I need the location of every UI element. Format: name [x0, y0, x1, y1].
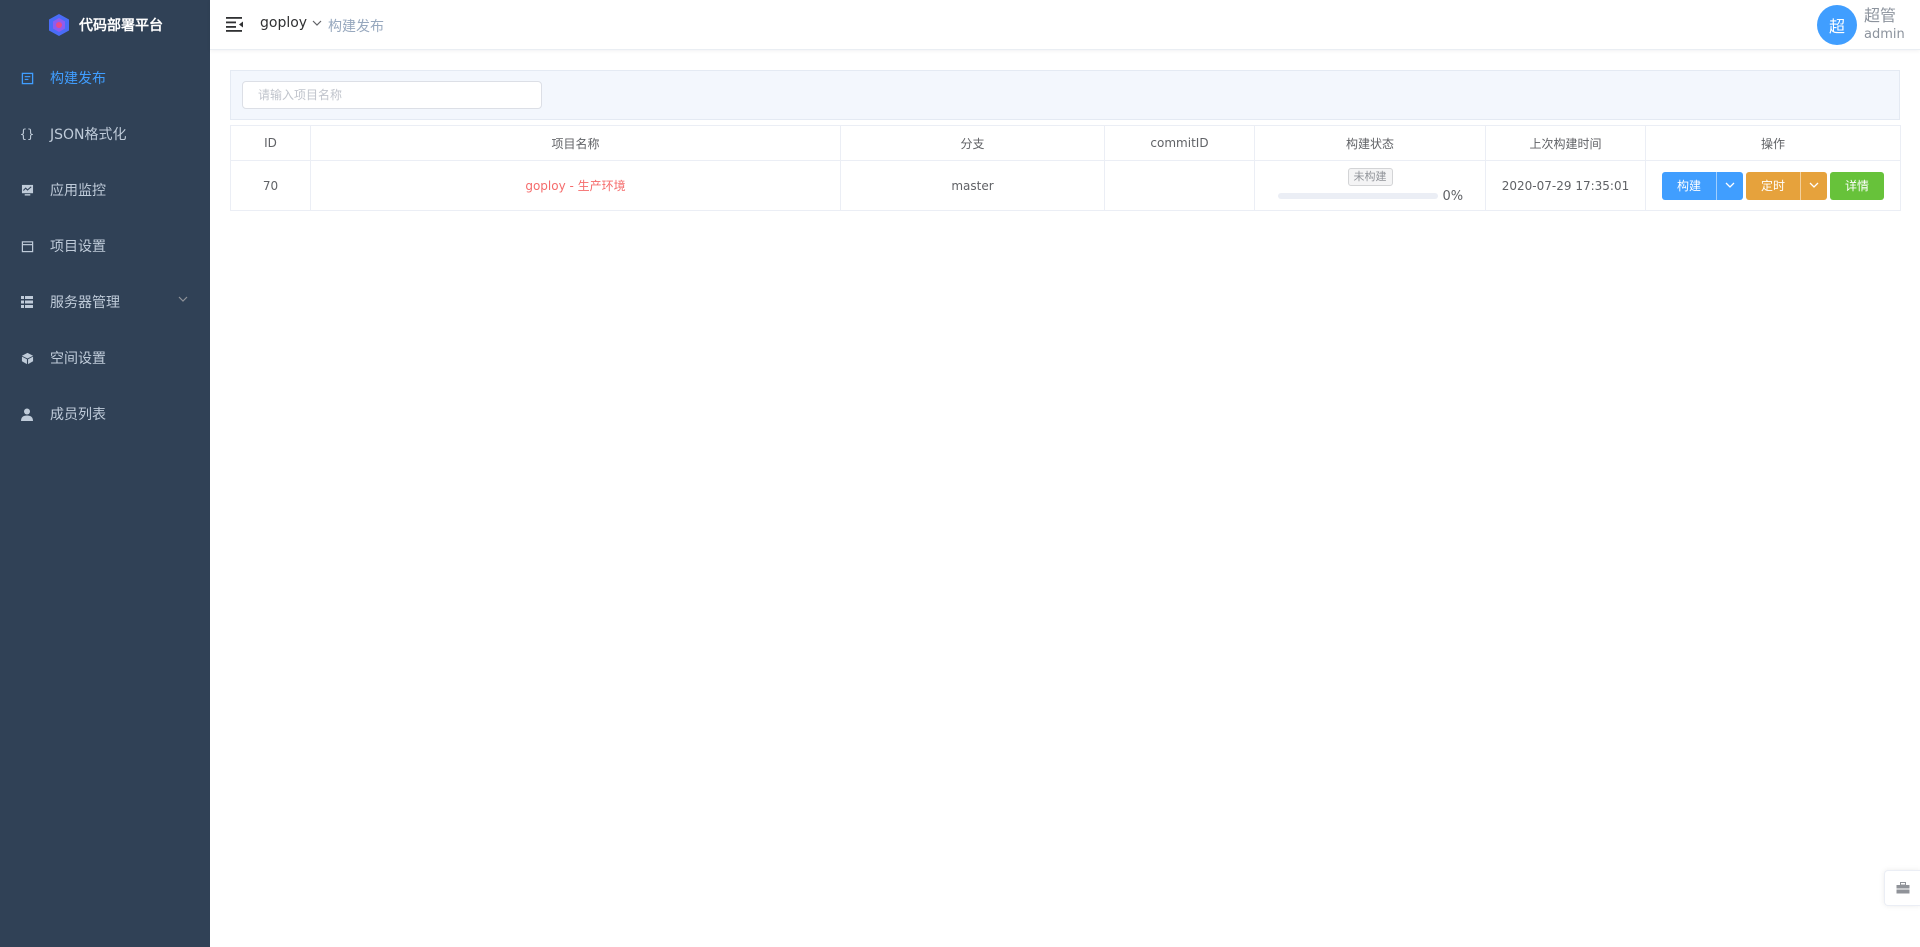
sidebar-item-label: 空间设置 — [50, 351, 106, 367]
column-header-id: ID — [230, 125, 311, 161]
user-icon — [20, 407, 34, 421]
top-navbar: goploy 构建发布 超 超管 admin — [210, 0, 1920, 50]
column-header-actions: 操作 — [1645, 125, 1901, 161]
sidebar-item-label: JSON格式化 — [50, 127, 127, 143]
chevron-down-icon — [312, 20, 322, 26]
sidebar-item-build-deploy[interactable]: 构建发布 — [0, 50, 210, 106]
side-tool-button[interactable] — [1884, 870, 1920, 906]
chevron-down-icon — [1725, 182, 1735, 188]
build-button[interactable]: 构建 — [1661, 171, 1716, 200]
namespace-select[interactable]: goploy — [260, 15, 322, 31]
sidebar-item-project-settings[interactable]: 项目设置 — [0, 218, 210, 274]
chevron-down-icon — [1809, 182, 1819, 188]
sidebar-item-label: 成员列表 — [50, 407, 106, 423]
sidebar-menu: 构建发布 {} JSON格式化 应用监控 项目设置 服务器管理 空间设置 成员列… — [0, 50, 210, 442]
sidebar-item-label: 构建发布 — [50, 71, 106, 87]
sidebar-item-app-monitor[interactable]: 应用监控 — [0, 162, 210, 218]
status-badge: 未构建 — [1347, 167, 1393, 186]
filter-bar — [230, 70, 1900, 120]
server-icon — [20, 295, 34, 309]
column-header-name: 项目名称 — [310, 125, 841, 161]
sidebar-item-label: 应用监控 — [50, 183, 106, 199]
build-dropdown-button[interactable] — [1715, 171, 1743, 200]
project-search-input[interactable] — [242, 81, 542, 109]
braces-icon: {} — [19, 127, 35, 141]
sidebar-item-server-management[interactable]: 服务器管理 — [0, 274, 210, 330]
sidebar-item-json-format[interactable]: {} JSON格式化 — [0, 106, 210, 162]
cell-project-name: goploy - 生产环境 — [310, 160, 841, 211]
sidebar: 代码部署平台 构建发布 {} JSON格式化 应用监控 项目设置 服务器管理 空… — [0, 0, 210, 947]
cell-last-build-time: 2020-07-29 17:35:01 — [1485, 160, 1646, 211]
namespace-value: goploy — [260, 15, 308, 31]
user-name[interactable]: 超管 — [1864, 7, 1896, 25]
toolbox-icon — [1896, 882, 1909, 894]
row-actions: 构建 定时 详情 — [1646, 171, 1900, 200]
hamburger-icon[interactable] — [226, 16, 244, 32]
avatar[interactable]: 超 — [1817, 5, 1857, 45]
project-table: ID 项目名称 分支 commitID 构建状态 上次构建时间 操作 70 go… — [230, 125, 1901, 211]
app-title: 代码部署平台 — [79, 18, 163, 34]
column-header-commit-id: commitID — [1104, 125, 1255, 161]
column-header-last-build-time: 上次构建时间 — [1485, 125, 1646, 161]
detail-button[interactable]: 详情 — [1830, 171, 1885, 200]
cell-id: 70 — [230, 160, 311, 211]
table-header-row: ID 项目名称 分支 commitID 构建状态 上次构建时间 操作 — [230, 125, 1901, 161]
project-icon — [20, 239, 34, 253]
user-role: admin — [1864, 27, 1905, 42]
table-row: 70 goploy - 生产环境 master 未构建 0% 2020-07-2… — [230, 160, 1901, 211]
progress-track — [1277, 193, 1438, 199]
schedule-button[interactable]: 定时 — [1745, 171, 1800, 200]
sidebar-item-space-settings[interactable]: 空间设置 — [0, 330, 210, 386]
sidebar-item-label: 项目设置 — [50, 239, 106, 255]
cell-commit-id — [1104, 160, 1255, 211]
deploy-icon — [20, 71, 34, 85]
schedule-split-button: 定时 — [1745, 171, 1827, 200]
column-header-branch: 分支 — [840, 125, 1105, 161]
build-split-button: 构建 — [1661, 171, 1743, 200]
cube-icon — [20, 351, 34, 365]
progress-text: 0% — [1442, 188, 1464, 204]
sidebar-item-member-list[interactable]: 成员列表 — [0, 386, 210, 442]
project-name-link[interactable]: goploy - 生产环境 — [525, 179, 625, 193]
monitor-icon — [20, 183, 34, 197]
logo[interactable]: 代码部署平台 — [0, 0, 210, 50]
cell-build-status: 未构建 0% — [1254, 160, 1486, 211]
sidebar-item-label: 服务器管理 — [50, 295, 120, 311]
cell-branch: master — [840, 160, 1105, 211]
logo-icon — [49, 14, 69, 36]
build-progress: 0% — [1255, 189, 1485, 204]
breadcrumb: 构建发布 — [328, 19, 384, 35]
schedule-dropdown-button[interactable] — [1800, 171, 1827, 200]
column-header-build-status: 构建状态 — [1254, 125, 1486, 161]
chevron-down-icon — [178, 296, 188, 302]
cell-actions: 构建 定时 详情 — [1645, 160, 1901, 211]
